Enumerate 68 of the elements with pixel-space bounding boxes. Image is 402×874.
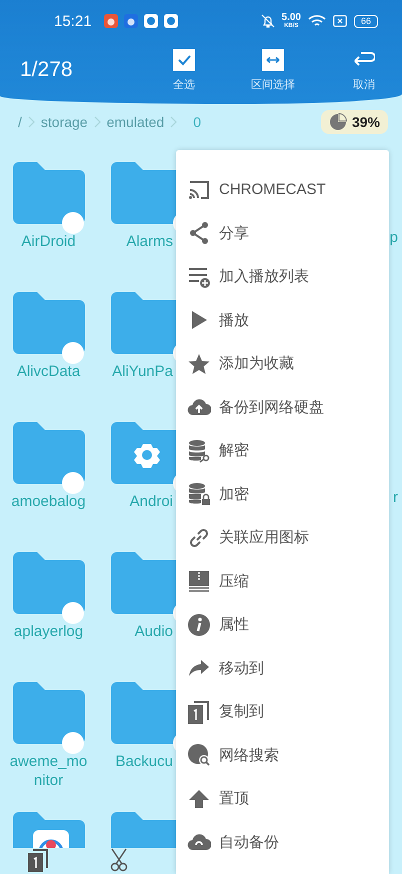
menu-item[interactable]: 加入播放列表 [176, 255, 389, 298]
file-name: Backucu [115, 752, 174, 771]
share-icon [187, 221, 211, 246]
folder-icon [111, 292, 176, 354]
folder-icon [12, 552, 84, 614]
database-key-icon [187, 438, 211, 463]
file-name: amoebalog [10, 492, 87, 511]
status-time: 15:21 [54, 12, 92, 30]
app-icon [164, 14, 178, 28]
menu-item[interactable]: 自动备份 [176, 820, 389, 864]
menu-item[interactable]: 关联应用图标 [176, 516, 389, 560]
sim-icon [332, 15, 347, 27]
folder-icon [12, 162, 84, 224]
menu-item[interactable]: 解密 [176, 429, 389, 472]
app-icon [144, 14, 158, 28]
file-name: AlivcData [16, 362, 82, 381]
chevron-icon [170, 116, 178, 128]
scissors-icon[interactable] [108, 848, 130, 872]
folder-icon [12, 422, 84, 484]
selection-circle[interactable] [62, 472, 84, 494]
star-icon [187, 352, 211, 376]
menu-item[interactable]: 播放 [176, 298, 389, 342]
folder-icon [12, 682, 84, 744]
file-name: aplayerlog [12, 622, 84, 641]
app-icon [124, 14, 138, 28]
pie-chart-icon [328, 113, 347, 131]
chevron-icon [94, 116, 101, 128]
copy-icon [187, 700, 211, 724]
copy-icon[interactable] [27, 848, 49, 872]
battery-indicator: 66 [354, 14, 378, 28]
file-name: Audio [134, 622, 174, 641]
menu-item[interactable]: 压缩 [176, 560, 389, 603]
menu-item[interactable]: 置顶 [176, 777, 389, 820]
file-name: AliYunPa [112, 362, 174, 381]
menu-item[interactable]: 复制到 [176, 690, 389, 734]
range-icon [262, 48, 284, 70]
selection-circle[interactable] [62, 602, 84, 624]
selection-circle[interactable] [62, 212, 84, 234]
file-name: AirDroid [20, 232, 77, 251]
folder-icon [12, 292, 84, 354]
file-name: Alarms [126, 232, 174, 251]
menu-item[interactable]: 分享 [176, 212, 389, 255]
file-name: r [393, 488, 398, 507]
check-box-icon [173, 48, 195, 70]
folder-icon [111, 552, 176, 614]
file-name: Androi [130, 492, 174, 511]
menu-item[interactable]: 移动到 [176, 646, 389, 690]
menu-item[interactable]: 网络搜索 [176, 734, 389, 777]
file-name: p [390, 228, 398, 247]
folder-icon [111, 162, 176, 224]
selection-count: 1/278 [20, 58, 73, 82]
menu-item[interactable]: 属性 [176, 603, 389, 646]
info-icon [187, 612, 211, 637]
app-icon [104, 14, 118, 28]
menu-item[interactable]: CHROMECAST [176, 168, 389, 212]
file-name: aweme_monitor [8, 752, 88, 790]
storage-usage-badge[interactable]: 39% [320, 110, 388, 134]
selection-circle[interactable] [62, 732, 84, 754]
menu-item[interactable]: 加密 [176, 472, 389, 516]
speed-value: 5.00 [282, 13, 301, 23]
chevron-icon [28, 116, 35, 128]
archive-icon [187, 569, 211, 594]
database-lock-icon [187, 482, 211, 506]
menu-item[interactable]: 添加为收藏 [176, 342, 389, 386]
bell-off-icon [260, 14, 275, 28]
wifi-icon [308, 14, 326, 28]
folder-icon [111, 682, 176, 744]
menu-item[interactable]: 备份到网络硬盘 [176, 386, 389, 429]
